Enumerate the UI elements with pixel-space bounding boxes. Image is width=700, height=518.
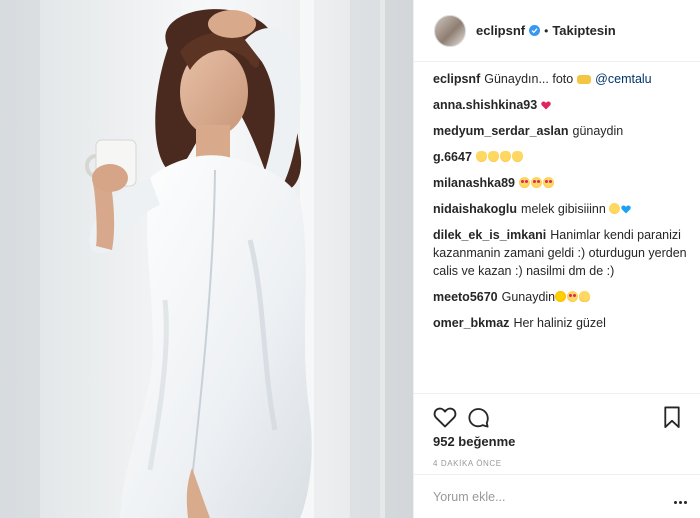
- instagram-post: eclipsnf • Takiptesin eclipsnf Günaydın..…: [0, 0, 700, 518]
- comment-username[interactable]: g.6647: [433, 150, 472, 164]
- avatar[interactable]: [434, 14, 466, 47]
- comment-item: dilek_ek_is_imkani Hanimlar kendi paraniz…: [433, 226, 688, 280]
- action-bar: [414, 393, 700, 428]
- comment-item: medyum_serdar_aslan günaydin: [433, 122, 688, 140]
- clapping-hands-emoji: [511, 151, 523, 162]
- comment-text: Gunaydin: [501, 290, 556, 304]
- add-comment-input[interactable]: [433, 487, 658, 507]
- follow-status-button[interactable]: Takiptesin: [552, 23, 615, 38]
- clapping-hands-emoji: [487, 151, 499, 162]
- sun-emoji: [555, 291, 567, 302]
- blue-heart-emoji: [621, 205, 632, 214]
- smiling-face-emoji: [609, 203, 621, 214]
- post-details-panel: eclipsnf • Takiptesin eclipsnf Günaydın..…: [413, 0, 700, 518]
- comment-text: melek gibisiiinn: [521, 202, 606, 216]
- comment-item: nidaishakoglu melek gibisiiinn: [433, 200, 688, 218]
- caption-username[interactable]: eclipsnf: [433, 72, 480, 86]
- more-options-icon[interactable]: [672, 491, 687, 509]
- verified-badge-icon: [529, 25, 541, 36]
- comment-item: milanashka89: [433, 174, 688, 192]
- pointing-hand-emoji: [576, 75, 591, 84]
- caption-text: Günaydın... foto: [484, 72, 574, 86]
- post-photo[interactable]: [0, 0, 413, 518]
- comment-username[interactable]: meeto5670: [433, 290, 498, 304]
- comments-list: eclipsnf Günaydın... foto @cemtalu anna.s…: [433, 70, 688, 340]
- comment-icon[interactable]: [467, 406, 490, 429]
- heart-eyes-emoji: [531, 177, 542, 188]
- comment-username[interactable]: medyum_serdar_aslan: [433, 124, 569, 138]
- comment-username[interactable]: anna.shishkina93: [433, 98, 537, 112]
- clapping-hands-emoji: [475, 151, 487, 162]
- bookmark-icon[interactable]: [663, 406, 681, 429]
- clapping-hands-emoji: [499, 151, 511, 162]
- action-icons: [433, 406, 683, 430]
- post-header: eclipsnf • Takiptesin: [414, 0, 700, 62]
- heart-eyes-emoji: [543, 177, 554, 188]
- caption: eclipsnf Günaydın... foto @cemtalu: [433, 70, 688, 88]
- heart-eyes-emoji: [519, 177, 530, 188]
- red-heart-emoji: [541, 101, 551, 110]
- comment-username[interactable]: omer_bkmaz: [433, 316, 509, 330]
- caption-mention-link[interactable]: @cemtalu: [595, 72, 651, 86]
- separator-dot: •: [544, 23, 549, 38]
- add-comment-section: [414, 474, 700, 518]
- comment-item: omer_bkmaz Her haliniz güzel: [433, 314, 688, 332]
- comment-username[interactable]: milanashka89: [433, 176, 515, 190]
- post-timestamp[interactable]: 4 DAKİKA ÖNCE: [433, 459, 502, 468]
- comment-item: anna.shishkina93: [433, 96, 688, 114]
- ok-hand-emoji: [579, 291, 591, 302]
- comment-item: g.6647: [433, 148, 688, 166]
- header-username[interactable]: eclipsnf: [476, 23, 525, 38]
- comment-text: Her haliniz güzel: [513, 316, 606, 330]
- comment-item: meeto5670 Gunaydin: [433, 288, 688, 306]
- heart-icon[interactable]: [433, 406, 457, 428]
- likes-count[interactable]: 952 beğenme: [433, 434, 515, 449]
- heart-eyes-emoji: [567, 291, 579, 302]
- photo-illustration: [0, 0, 413, 518]
- comment-text: günaydin: [572, 124, 624, 138]
- comment-username[interactable]: nidaishakoglu: [433, 202, 517, 216]
- comment-username[interactable]: dilek_ek_is_imkani: [433, 228, 546, 242]
